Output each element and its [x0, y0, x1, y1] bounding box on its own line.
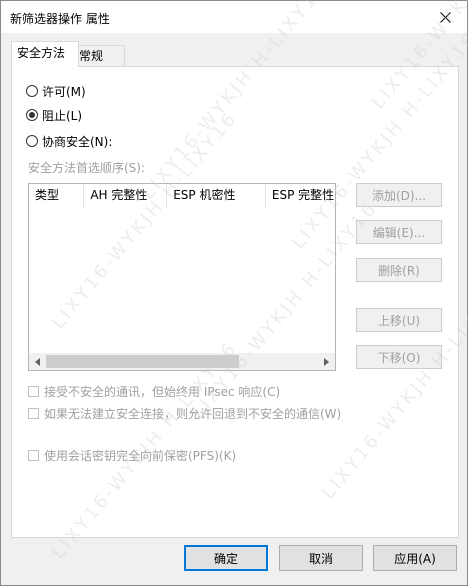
- scrollbar-thumb[interactable]: [46, 355, 239, 368]
- checkbox-pfs-label: 使用会话密钥完全向前保密(PFS)(K): [44, 448, 237, 463]
- title-bar: 新筛选器操作 属性: [1, 1, 467, 33]
- column-esp-integrity[interactable]: ESP 完整性: [266, 184, 335, 208]
- column-esp-confidentiality[interactable]: ESP 机密性: [167, 184, 266, 208]
- checkbox-allow-fallback-box[interactable]: [28, 407, 39, 419]
- column-type[interactable]: 类型: [29, 184, 85, 208]
- tab-panel: 许可(M) 阻止(L) 协商安全(N): 安全方法首选顺序(S): 类型 AH …: [11, 66, 459, 538]
- radio-block[interactable]: 阻止(L): [26, 107, 82, 123]
- close-button[interactable]: [423, 1, 467, 33]
- move-down-button[interactable]: 下移(O): [356, 345, 442, 369]
- chevron-right-icon: [323, 357, 329, 366]
- horizontal-scrollbar[interactable]: [29, 353, 335, 370]
- ok-button[interactable]: 确定: [184, 545, 268, 571]
- checkbox-pfs[interactable]: 使用会话密钥完全向前保密(PFS)(K): [28, 447, 236, 463]
- list-header: 类型 AH 完整性 ESP 机密性 ESP 完整性: [29, 184, 335, 208]
- apply-button[interactable]: 应用(A): [373, 545, 457, 571]
- checkbox-accept-unsecured-label: 接受不安全的通讯，但始终用 IPsec 响应(C): [44, 384, 281, 399]
- close-icon: [439, 11, 451, 23]
- radio-block-label: 阻止(L): [42, 108, 83, 123]
- radio-permit-label: 许可(M): [42, 84, 86, 99]
- edit-button[interactable]: 编辑(E)...: [356, 220, 442, 244]
- add-button[interactable]: 添加(D)...: [356, 183, 442, 207]
- tab-security-methods[interactable]: 安全方法: [11, 41, 79, 67]
- scroll-left-button[interactable]: [29, 353, 46, 370]
- radio-negotiate-control[interactable]: [26, 135, 38, 147]
- checkbox-accept-unsecured[interactable]: 接受不安全的通讯，但始终用 IPsec 响应(C): [28, 383, 280, 399]
- move-up-button[interactable]: 上移(U): [356, 308, 442, 332]
- radio-permit-control[interactable]: [26, 85, 38, 97]
- radio-negotiate[interactable]: 协商安全(N):: [26, 133, 112, 149]
- radio-block-control[interactable]: [26, 109, 38, 121]
- window-title: 新筛选器操作 属性: [10, 12, 110, 26]
- checkbox-accept-unsecured-box[interactable]: [28, 385, 39, 397]
- checkbox-allow-fallback-label: 如果无法建立安全连接，则允许回退到不安全的通信(W): [44, 406, 342, 421]
- tab-general[interactable]: 常规: [73, 45, 125, 67]
- remove-button[interactable]: 删除(R): [356, 258, 442, 282]
- radio-permit[interactable]: 许可(M): [26, 83, 86, 99]
- security-methods-list[interactable]: 类型 AH 完整性 ESP 机密性 ESP 完整性: [28, 183, 336, 371]
- column-ah-integrity[interactable]: AH 完整性: [84, 184, 168, 208]
- chevron-left-icon: [34, 357, 40, 366]
- checkbox-pfs-box[interactable]: [28, 449, 39, 461]
- methods-list-label: 安全方法首选顺序(S):: [28, 161, 146, 175]
- scroll-right-button[interactable]: [318, 353, 335, 370]
- dialog-window: 新筛选器操作 属性 安全方法 常规 许可(M) 阻止(L) 协商安全(N): 安…: [0, 0, 468, 586]
- checkbox-allow-fallback[interactable]: 如果无法建立安全连接，则允许回退到不安全的通信(W): [28, 405, 341, 421]
- cancel-button[interactable]: 取消: [279, 545, 363, 571]
- radio-negotiate-label: 协商安全(N):: [42, 134, 113, 149]
